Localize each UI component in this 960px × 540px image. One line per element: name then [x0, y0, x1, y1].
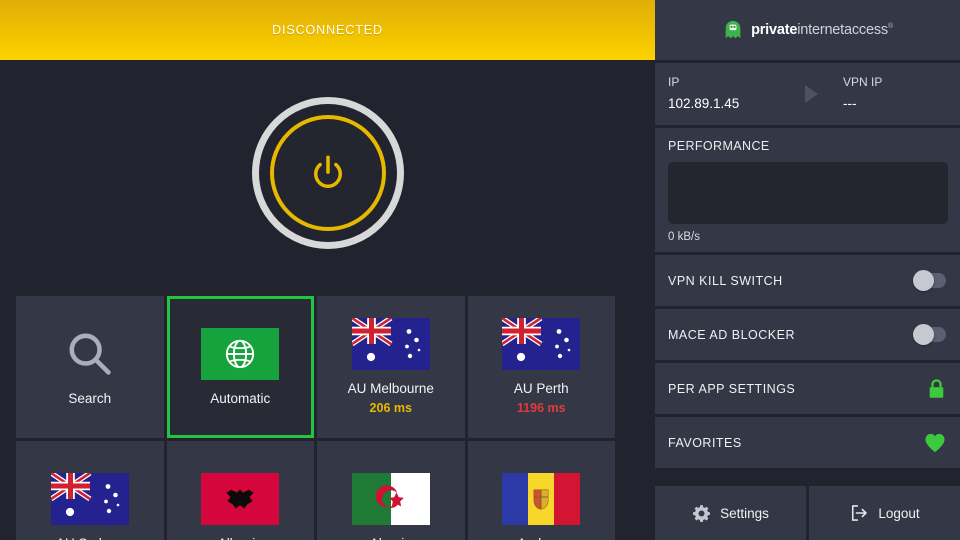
- main-pane: DISCONNECTED Search Automatic AU Melbour…: [0, 0, 655, 540]
- connection-status-bar: DISCONNECTED: [0, 0, 655, 60]
- tile-andorra[interactable]: Andorra: [467, 441, 615, 540]
- tile-label: Andorra: [517, 536, 565, 540]
- flag-australia-icon: [502, 318, 581, 370]
- brand-bold: private: [751, 22, 798, 38]
- server-grid: Search Automatic AU Melbourne 206 ms AU …: [16, 296, 615, 540]
- tile-ping: 206 ms: [369, 401, 412, 415]
- flag-australia-icon: [50, 472, 129, 525]
- tile-au-sydney[interactable]: AU Sydney: [16, 441, 164, 540]
- tile-algeria[interactable]: Algeria: [317, 441, 465, 540]
- power-button-area: [0, 60, 655, 286]
- logout-button[interactable]: Logout: [809, 486, 960, 540]
- logout-label: Logout: [878, 505, 920, 521]
- power-icon: [313, 155, 342, 188]
- performance-title: PERFORMANCE: [668, 139, 770, 153]
- pia-vpn-app-window: DISCONNECTED Search Automatic AU Melbour…: [0, 0, 960, 540]
- tile-label: AU Melbourne: [347, 381, 434, 396]
- arrow-right-icon: [805, 85, 818, 103]
- footer-bar: Settings Logout: [655, 486, 960, 540]
- settings-label: Settings: [720, 505, 769, 521]
- row-label: FAVORITES: [668, 435, 742, 450]
- tile-label: Algeria: [370, 536, 412, 540]
- brand-light: internetaccess: [797, 22, 888, 38]
- flag-albania-icon: [201, 472, 280, 525]
- tile-albania[interactable]: Albania: [166, 441, 314, 540]
- vpn-ip-value: ---: [843, 96, 857, 111]
- row-favorites[interactable]: FAVORITES: [655, 417, 960, 468]
- tile-label: AU Sydney: [56, 536, 124, 540]
- ip-info-panel: IP 102.89.1.45 VPN IP ---: [655, 63, 960, 125]
- tile-au-melbourne[interactable]: AU Melbourne 206 ms: [317, 296, 465, 438]
- performance-graph: [668, 162, 948, 224]
- flag-al-box: [201, 472, 280, 525]
- pia-mascot-icon: [725, 20, 741, 39]
- tile-automatic[interactable]: Automatic: [166, 296, 314, 438]
- flag-dz-box: [351, 472, 430, 525]
- registered-mark: ®: [887, 23, 893, 31]
- tile-au-perth[interactable]: AU Perth 1196 ms: [467, 296, 615, 438]
- performance-panel: PERFORMANCE 0 kB/s: [655, 128, 960, 252]
- heart-icon[interactable]: [924, 433, 946, 453]
- tile-label: AU Perth: [513, 381, 569, 396]
- tile-label: Automatic: [210, 390, 271, 406]
- row-per-app-settings[interactable]: PER APP SETTINGS: [655, 363, 960, 414]
- flag-ad-box: [502, 472, 581, 525]
- connection-status-label: DISCONNECTED: [272, 23, 383, 37]
- ip-column: IP 102.89.1.45: [668, 74, 785, 114]
- flag-au-box: [351, 318, 430, 370]
- performance-rate: 0 kB/s: [668, 231, 700, 243]
- logout-icon: [852, 505, 868, 521]
- brand-header: privateinternetaccess®: [655, 0, 960, 60]
- side-pane: privateinternetaccess® IP 102.89.1.45 VP…: [655, 0, 960, 540]
- automatic-badge: [201, 327, 280, 380]
- vpn-ip-label: VPN IP: [843, 75, 883, 89]
- row-label: MACE AD BLOCKER: [668, 327, 795, 342]
- vpn-ip-column: VPN IP ---: [843, 74, 960, 114]
- lock-icon[interactable]: [927, 378, 946, 400]
- tile-label: Search: [68, 390, 112, 406]
- flag-australia-icon: [351, 318, 430, 370]
- flag-andorra-icon: [502, 472, 581, 525]
- toggle-knob: [913, 324, 934, 345]
- vpn-kill-switch-toggle[interactable]: [913, 270, 946, 291]
- flag-au-box: [50, 472, 129, 525]
- row-label: VPN KILL SWITCH: [668, 273, 783, 288]
- power-inner-ring: [269, 115, 386, 231]
- flag-algeria-icon: [351, 472, 430, 525]
- flag-au-box: [502, 318, 581, 370]
- search-icon: [69, 333, 111, 375]
- brand-wordmark: privateinternetaccess®: [751, 22, 893, 38]
- automatic-icon-box: [201, 327, 280, 380]
- power-toggle-button[interactable]: [251, 97, 404, 249]
- row-mace-ad-blocker[interactable]: MACE AD BLOCKER: [655, 309, 960, 360]
- tile-search[interactable]: Search: [16, 296, 164, 438]
- row-label: PER APP SETTINGS: [668, 381, 796, 396]
- row-vpn-kill-switch[interactable]: VPN KILL SWITCH: [655, 255, 960, 306]
- tile-label: Albania: [218, 536, 263, 540]
- globe-icon: [226, 339, 255, 368]
- toggle-knob: [913, 270, 934, 291]
- ip-value: 102.89.1.45: [668, 96, 740, 111]
- search-icon-box: [51, 328, 129, 380]
- ip-label: IP: [668, 75, 680, 89]
- settings-button[interactable]: Settings: [655, 486, 806, 540]
- mace-ad-blocker-toggle[interactable]: [913, 324, 946, 345]
- gear-icon: [693, 504, 711, 522]
- tile-ping: 1196 ms: [516, 401, 566, 415]
